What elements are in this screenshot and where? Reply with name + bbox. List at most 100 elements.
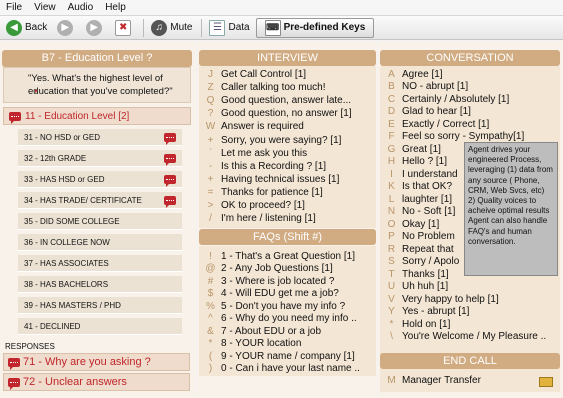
key-item[interactable]: + Having technical issues [1] (203, 173, 375, 186)
key-shortcut: J (208, 69, 213, 81)
key-item[interactable]: * 8 - YOUR location (203, 338, 375, 351)
chat-icon (164, 196, 176, 208)
key-item[interactable]: \ You're Welcome / My Pleasure .. (384, 331, 556, 344)
response-why-asking[interactable]: 71 - Why are you asking ? (3, 353, 190, 371)
hangup-button[interactable]: ✖ (111, 18, 138, 38)
toolbar: ◀ Back ▶ ▶ ✖ ♫ Mute ☰ Data ⌨ Pre-defined… (0, 16, 563, 40)
key-item[interactable]: ` Let me ask you this (203, 147, 375, 160)
menu-help[interactable]: Help (99, 2, 132, 13)
data-label: Data (228, 22, 250, 33)
key-item[interactable]: W Answer is required (203, 120, 375, 133)
key-shortcut: L (388, 193, 395, 205)
answer-option[interactable]: 34 - HAS TRADE/ CERTIFICATE (18, 192, 182, 209)
answer-option[interactable]: 39 - HAS MASTERS / PHD (18, 297, 182, 314)
key-item[interactable]: ? Good question, no answer [1] (203, 107, 375, 120)
key-label: Hello ? [1] (402, 156, 448, 168)
key-label: 9 - YOUR name / company [1] (221, 350, 355, 362)
key-item[interactable]: $4 - Will EDU get me a job? (203, 288, 375, 301)
answer-option[interactable]: 32 - 12th GRADE (18, 150, 182, 167)
key-label: 7 - About EDU or a job (221, 325, 322, 337)
key-item[interactable]: D Glad to hear [1] (384, 106, 556, 119)
answer-option[interactable]: 37 - HAS ASSOCIATES (18, 255, 182, 272)
answer-option[interactable]: 41 - DECLINED (18, 318, 182, 335)
keyboard-icon: ⌨ (264, 19, 281, 36)
current-answer-row[interactable]: 11 - Education Level [2] (3, 107, 191, 125)
answer-option[interactable]: 35 - DID SOME COLLEGE (18, 213, 182, 230)
key-item[interactable]: ! 1 - That's a Great Question [1] (203, 250, 375, 263)
answer-option[interactable]: 31 - NO HSD or GED (18, 129, 182, 146)
predefined-keys-button[interactable]: ⌨ Pre-defined Keys (255, 17, 375, 38)
key-item[interactable]: ) 0 - Can i have your last name .. (203, 363, 375, 376)
key-shortcut: S (388, 256, 395, 268)
key-shortcut: \ (390, 331, 393, 343)
key-item[interactable]: * Hold on [1] (384, 318, 556, 331)
key-shortcut: % (206, 300, 215, 312)
key-shortcut: H (387, 156, 396, 168)
answer-option-label: 35 - DID SOME COLLEGE (24, 216, 120, 226)
response-label: 72 - Unclear answers (23, 376, 127, 388)
next-button[interactable]: ▶ (82, 18, 109, 38)
back-button[interactable]: ◀ Back (2, 18, 51, 38)
transfer-arrow-icon[interactable] (539, 377, 553, 387)
key-shortcut: ) (208, 363, 213, 375)
key-shortcut: + (207, 134, 214, 146)
endcall-list: M Manager Transfer (380, 370, 560, 392)
faqs-title: FAQs (Shift #) (199, 229, 376, 245)
key-item[interactable]: #3 - Where is job located ? (203, 275, 375, 288)
key-shortcut: Y (388, 306, 395, 318)
key-shortcut: @ (205, 263, 216, 275)
key-item[interactable]: % 5 - Don't you have my info ? (203, 300, 375, 313)
key-item[interactable]: A Agree [1] (384, 68, 556, 81)
answer-option[interactable]: 33 - HAS HSD or GED (18, 171, 182, 188)
menu-file[interactable]: File (0, 2, 28, 13)
key-item[interactable]: / I'm here / listening [1] (203, 212, 375, 225)
key-item[interactable]: C Certainly / Absolutely [1] (384, 93, 556, 106)
key-item[interactable]: Q Good question, answer late... (203, 94, 375, 107)
key-label: Let me ask you this (221, 147, 308, 159)
answer-option-label: 38 - HAS BACHELORS (24, 279, 109, 289)
key-item[interactable]: V Very happy to help [1] (384, 293, 556, 306)
data-button[interactable]: ☰ Data (205, 18, 253, 38)
key-item[interactable]: J Get Call Control [1] (203, 68, 375, 81)
response-label: 71 - Why are you asking ? (23, 356, 151, 368)
current-answer-label: 11 - Education Level [2] (25, 110, 130, 122)
key-item[interactable]: E Exactly / Correct [1] (384, 118, 556, 131)
key-shortcut: * (208, 338, 213, 350)
key-label: Good question, answer late... (221, 95, 352, 107)
key-item[interactable]: U Uh huh [1] (384, 281, 556, 294)
faqs-list: ! 1 - That's a Great Question [1] @2 - Any… (199, 246, 376, 376)
question-text-box: "Yes. What's the highest level of educat… (3, 67, 191, 103)
mute-button[interactable]: ♫ Mute (147, 18, 196, 38)
key-item[interactable]: M Manager Transfer (384, 374, 556, 387)
key-item[interactable]: Z Caller talking too much! (203, 81, 375, 94)
interview-title: INTERVIEW (199, 50, 376, 66)
key-shortcut: B (388, 81, 395, 93)
response-unclear[interactable]: 72 - Unclear answers (3, 373, 190, 391)
key-label: Sorry, you were saying? [1] (221, 134, 342, 146)
close-icon: ✖ (115, 19, 132, 36)
key-label: Thanks [1] (402, 268, 449, 280)
key-label: laughter [1] (402, 193, 453, 205)
key-item[interactable]: & 7 - About EDU or a job (203, 325, 375, 338)
answer-option[interactable]: 38 - HAS BACHELORS (18, 276, 182, 293)
key-item[interactable]: + Sorry, you were saying? [1] (203, 134, 375, 147)
key-item[interactable]: B NO - abrupt [1] (384, 81, 556, 94)
key-item[interactable]: > OK to proceed? [1] (203, 199, 375, 212)
chat-icon (164, 154, 176, 166)
key-item[interactable]: Y Yes - abrupt [1] (384, 306, 556, 319)
menu-view[interactable]: View (28, 2, 62, 13)
key-item[interactable]: - Is this a Recording ? [1] (203, 160, 375, 173)
key-item[interactable]: (9 - YOUR name / company [1] (203, 350, 375, 363)
key-item[interactable]: ^ 6 - Why do you need my info .. (203, 313, 375, 326)
key-item[interactable]: = Thanks for patience [1] (203, 186, 375, 199)
endcall-title: END CALL (380, 353, 560, 369)
key-item[interactable]: @2 - Any Job Questions [1] (203, 263, 375, 276)
menu-audio[interactable]: Audio (62, 2, 100, 13)
key-label: No Problem (402, 231, 455, 243)
answer-option[interactable]: 36 - IN COLLEGE NOW (18, 234, 182, 251)
key-shortcut: D (387, 106, 396, 118)
key-label: Having technical issues [1] (221, 173, 340, 185)
forward-button[interactable]: ▶ (53, 18, 80, 38)
key-label: You're Welcome / My Pleasure .. (402, 331, 547, 343)
key-label: 0 - Can i have your last name .. (221, 363, 360, 375)
